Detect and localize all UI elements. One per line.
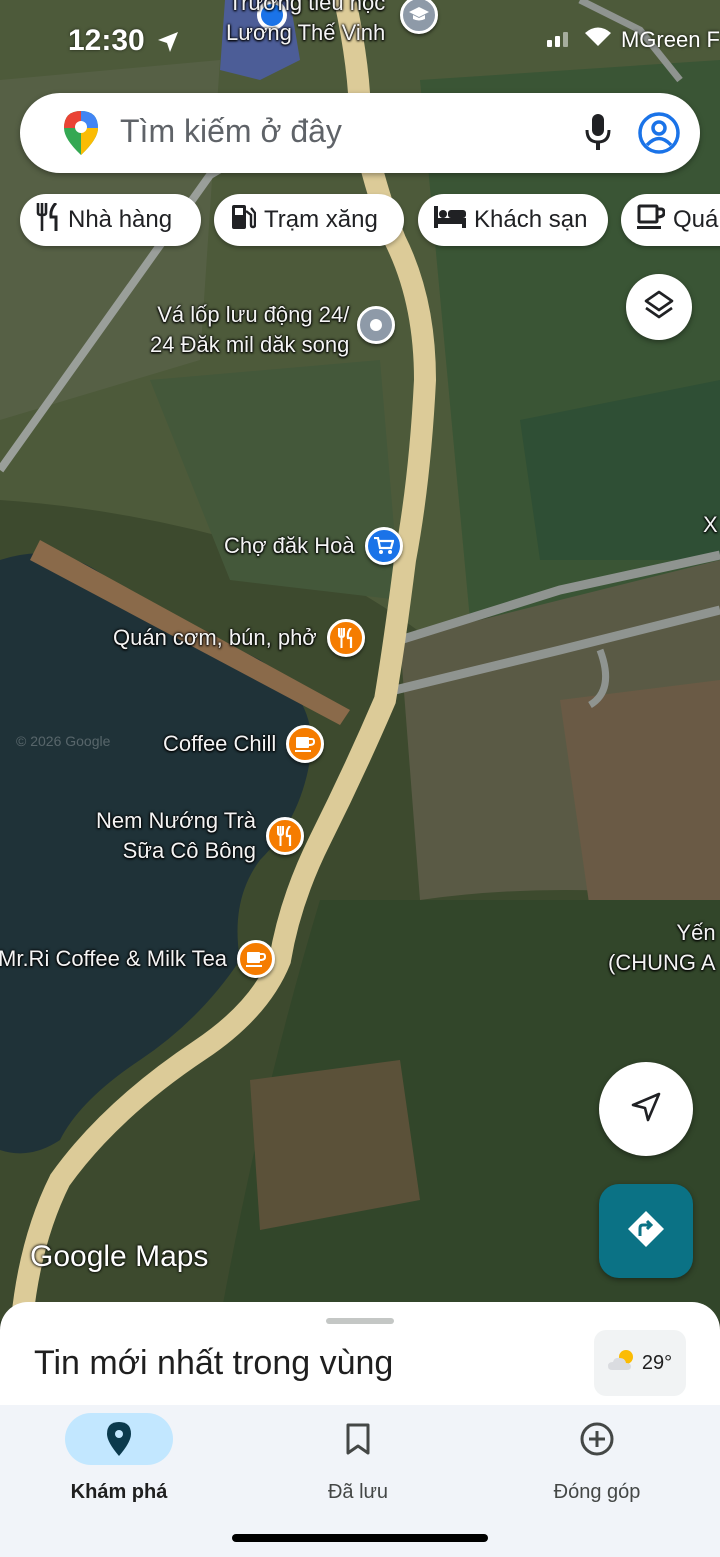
nav-contribute[interactable]: Đóng góp <box>497 1413 697 1513</box>
restaurant-icon <box>326 619 365 657</box>
navigation-arrow-icon <box>630 1091 662 1128</box>
status-bar: 12:30 MGreen F <box>0 0 720 86</box>
poi-label: Quán cơm, bún, phở <box>113 625 317 650</box>
poi-restaurant-com[interactable]: Quán cơm, bún, phở <box>113 619 365 657</box>
status-time: 12:30 <box>68 24 145 57</box>
weather-badge[interactable]: 29° <box>594 1330 686 1396</box>
poi-label: Chợ đăk Hoà <box>224 533 355 558</box>
poi-nem-nuong[interactable]: Nem Nướng Trà Sữa Cô Bông <box>96 806 304 866</box>
search-bar[interactable]: Tìm kiếm ở đây <box>20 93 700 173</box>
poi-tire-repair[interactable]: Vá lốp lưu động 24/ 24 Đăk mil dăk song <box>150 300 396 360</box>
map-copyright: © 2026 Google <box>16 733 111 749</box>
poi-mr-ri-coffee[interactable]: Mr.Ri Coffee & Milk Tea <box>0 940 276 978</box>
chip-label: Nhà hàng <box>68 206 173 233</box>
bookmark-icon <box>304 1413 412 1465</box>
poi-label: X <box>703 512 718 537</box>
nav-label: Đã lưu <box>327 1481 389 1503</box>
layers-button[interactable] <box>626 274 692 340</box>
partly-cloudy-icon <box>607 1348 638 1378</box>
directions-button[interactable] <box>599 1184 693 1278</box>
chip-label: Quá <box>673 206 719 233</box>
poi-edge-yen[interactable]: Yến (CHUNG A <box>608 918 716 978</box>
poi-label: Yến (CHUNG A <box>608 920 716 975</box>
restaurant-icon <box>265 817 304 855</box>
location-arrow-icon <box>156 30 180 59</box>
poi-market[interactable]: Chợ đăk Hoà <box>224 527 403 565</box>
nav-saved[interactable]: Đã lưu <box>258 1413 458 1513</box>
gas-station-icon <box>230 203 257 238</box>
layers-icon <box>643 289 675 326</box>
poi-label: Nem Nướng Trà Sữa Cô Bông <box>96 808 256 863</box>
chip-coffee[interactable]: Quá <box>621 194 720 246</box>
wifi-icon <box>583 26 613 54</box>
location-pin-icon <box>357 306 396 344</box>
explore-pin-icon <box>65 1413 173 1465</box>
add-circle-icon <box>543 1413 651 1465</box>
poi-label: Coffee Chill <box>163 731 277 756</box>
shopping-cart-icon <box>364 527 403 565</box>
search-input[interactable]: Tìm kiếm ở đây <box>120 113 342 150</box>
google-maps-pin-icon <box>64 111 98 160</box>
account-icon[interactable] <box>638 112 680 159</box>
microphone-icon[interactable] <box>584 113 612 156</box>
chip-restaurants[interactable]: Nhà hàng <box>20 194 201 246</box>
hotel-icon <box>434 205 466 235</box>
chip-label: Trạm xăng <box>264 206 378 233</box>
temperature-label: 29° <box>641 1351 673 1374</box>
chip-gas-station[interactable]: Trạm xăng <box>214 194 404 246</box>
nav-explore[interactable]: Khám phá <box>19 1413 219 1513</box>
chip-label: Khách sạn <box>474 206 588 233</box>
nav-label: Đóng góp <box>553 1481 641 1503</box>
poi-coffee-chill[interactable]: Coffee Chill <box>163 725 325 763</box>
restaurant-icon <box>36 201 60 238</box>
sheet-drag-handle[interactable] <box>326 1318 394 1324</box>
my-location-button[interactable] <box>599 1062 693 1156</box>
bottom-sheet[interactable]: Tin mới nhất trong vùng 29° <box>0 1302 720 1412</box>
google-maps-logo: Google Maps <box>30 1240 209 1273</box>
signal-icon <box>546 27 575 53</box>
sheet-title: Tin mới nhất trong vùng <box>34 1344 394 1382</box>
home-indicator[interactable] <box>232 1534 488 1542</box>
chip-hotels[interactable]: Khách sạn <box>418 194 608 246</box>
poi-edge-x[interactable]: X <box>703 510 718 540</box>
directions-icon <box>626 1209 666 1254</box>
coffee-icon <box>637 204 666 237</box>
poi-label: Mr.Ri Coffee & Milk Tea <box>0 946 228 971</box>
coffee-icon <box>237 940 276 978</box>
poi-label: Vá lốp lưu động 24/ 24 Đăk mil dăk song <box>150 302 350 357</box>
nav-label: Khám phá <box>70 1481 168 1503</box>
carrier-label: MGreen F <box>620 27 720 52</box>
coffee-icon <box>286 725 325 763</box>
